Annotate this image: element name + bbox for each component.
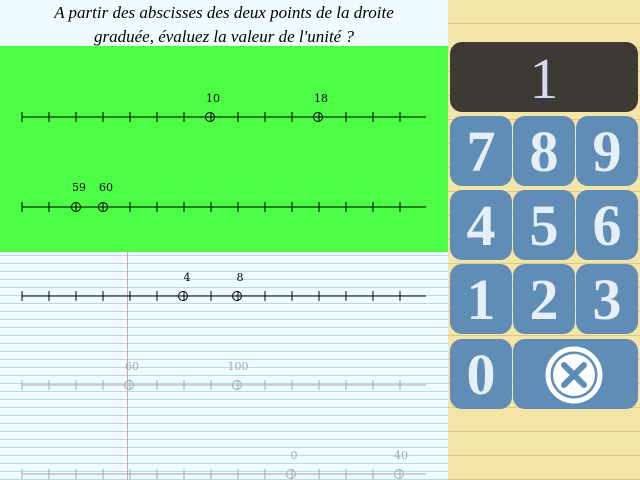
key-7[interactable]: 7	[450, 116, 512, 186]
key-2[interactable]: 2	[513, 264, 575, 334]
key-4[interactable]: 4	[450, 190, 512, 260]
point-label-3a: 4	[184, 271, 191, 284]
key-8[interactable]: 8	[513, 116, 575, 186]
number-line-5	[21, 469, 426, 479]
close-circle-icon	[545, 346, 603, 404]
point-label-2b: 60	[99, 181, 113, 194]
clear-button[interactable]	[513, 339, 638, 409]
key-0[interactable]: 0	[450, 339, 512, 409]
number-line-1	[21, 112, 426, 122]
key-6[interactable]: 6	[576, 190, 638, 260]
point-label-5b: 40	[394, 449, 408, 462]
number-line-2	[21, 202, 426, 212]
point-label-2a: 59	[72, 181, 86, 194]
key-5[interactable]: 5	[513, 190, 575, 260]
number-line-4	[21, 380, 426, 390]
point-label-4a: 60	[125, 360, 139, 373]
key-3[interactable]: 3	[576, 264, 638, 334]
point-label-4b: 100	[228, 360, 249, 373]
exercise-area: A partir des abscisses des deux points d…	[0, 0, 448, 480]
point-label-5a: 0	[291, 449, 298, 462]
number-line-3	[21, 291, 426, 301]
key-9[interactable]: 9	[576, 116, 638, 186]
answer-display: 1	[450, 42, 638, 112]
key-1[interactable]: 1	[450, 264, 512, 334]
point-label-1a: 10	[206, 92, 220, 105]
point-label-3b: 8	[237, 271, 244, 284]
point-label-1b: 18	[314, 92, 328, 105]
number-lines: 10 18 59 60 4 8 60 100 0 40	[21, 92, 426, 479]
